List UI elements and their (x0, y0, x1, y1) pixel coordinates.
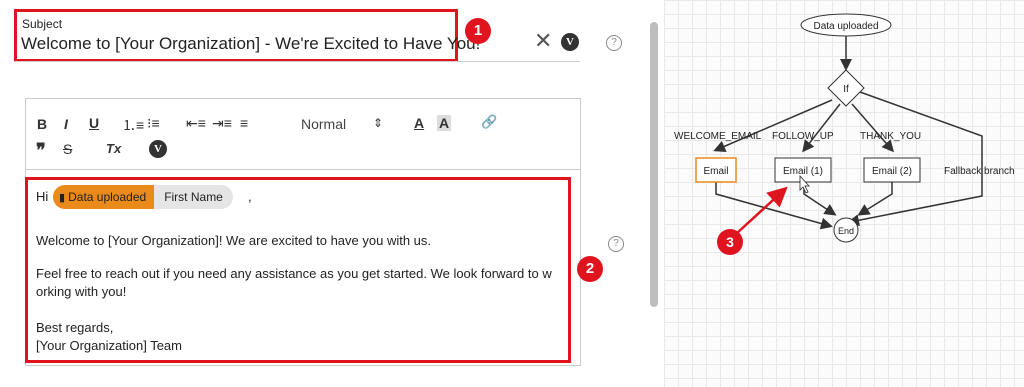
connector-if-email2 (851, 103, 894, 153)
align-button[interactable]: ≡ (240, 115, 248, 131)
step-badge-2: 2 (577, 256, 603, 282)
body-paragraph-2-line-2: orking with you! (36, 284, 127, 299)
italic-button[interactable]: I (64, 116, 68, 132)
chip-source-text: Data uploaded (68, 190, 147, 204)
underline-button[interactable]: U (89, 115, 99, 131)
annotation-arrow (735, 186, 788, 235)
subject-underline (14, 61, 580, 62)
branch-label-thank-you: THANK_YOU (860, 131, 921, 142)
connector-email-end (715, 182, 833, 230)
subject-label: Subject (22, 17, 63, 31)
email-2-node-label: Email (2) (872, 166, 912, 177)
ordered-list-button[interactable]: ⒈≡ (122, 115, 144, 135)
start-node-label: Data uploaded (813, 21, 878, 32)
link-icon[interactable]: 🔗 (481, 114, 497, 130)
connector-if-fallback (847, 91, 983, 227)
help-icon[interactable]: ? (606, 35, 622, 51)
editor-toolbar: B I U ⒈≡ ⁝≡ ⇤≡ ⇥≡ ≡ Normal ⇕ A A 🔗 ❞ S T… (26, 99, 580, 170)
chip-source-label: ▮ Data uploaded (53, 185, 155, 209)
connector-email2-end (857, 182, 893, 216)
text-color-button[interactable]: A (414, 115, 424, 131)
outdent-button[interactable]: ⇤≡ (186, 115, 206, 132)
chip-field-label: First Name (154, 185, 233, 209)
heading-select[interactable]: Normal (301, 116, 346, 132)
step-badge-3-label: 3 (726, 234, 734, 250)
subject-input[interactable]: Welcome to [Your Organization] - We're E… (21, 34, 480, 54)
branch-label-welcome: WELCOME_EMAIL (674, 131, 762, 142)
clear-format-button[interactable]: Tx (106, 141, 121, 156)
body-paragraph-1: Welcome to [Your Organization]! We are e… (36, 233, 432, 248)
email-1-node-label: Email (1) (783, 166, 823, 177)
strike-button[interactable]: S (63, 141, 72, 157)
variable-chip[interactable]: ▮ Data uploaded First Name (53, 185, 233, 209)
document-icon: ▮ (59, 192, 69, 204)
connector-if-email1 (802, 103, 841, 153)
close-icon[interactable]: ✕ (534, 30, 552, 52)
signature-text: [Your Organization] Team (36, 338, 182, 353)
background-color-button[interactable]: A (437, 115, 452, 131)
signoff-text: Best regards, (36, 320, 114, 335)
insert-variable-icon[interactable]: V (149, 140, 167, 158)
indent-button[interactable]: ⇥≡ (212, 115, 232, 132)
email-body-highlight[interactable]: Hi ▮ Data uploaded First Name , Welcome … (25, 177, 571, 363)
branch-label-follow-up: FOLLOW_UP (772, 131, 834, 142)
select-arrow-icon[interactable]: ⇕ (373, 116, 383, 130)
decision-node-label: If (843, 84, 849, 95)
step-badge-1: 1 (465, 18, 491, 44)
body-paragraph-2-line-1: Feel free to reach out if you need any a… (36, 266, 552, 281)
flow-canvas: Data uploaded If WELCOME_EMAIL FOLLOW_UP… (664, 0, 1024, 387)
subject-field-highlight[interactable]: Subject Welcome to [Your Organization] -… (14, 9, 480, 62)
fallback-branch-label: Fallback branch (944, 166, 1015, 177)
help-icon-body[interactable]: ? (608, 236, 624, 252)
connector-email1-end (803, 182, 837, 216)
end-node-label: End (838, 226, 854, 236)
email-node-label: Email (703, 166, 728, 177)
bullet-list-button[interactable]: ⁝≡ (147, 115, 160, 132)
bold-button[interactable]: B (37, 116, 47, 132)
greeting-text: Hi (36, 189, 49, 204)
flow-diagram: Data uploaded If WELCOME_EMAIL FOLLOW_UP… (674, 13, 1015, 255)
email-editor-panel: Subject Welcome to [Your Organization] -… (0, 0, 660, 387)
blockquote-button[interactable]: ❞ (36, 140, 46, 161)
greeting-comma: , (248, 189, 252, 204)
panel-scrollbar[interactable] (650, 22, 658, 307)
variable-icon[interactable]: V (561, 33, 579, 51)
connector-if-email (713, 99, 833, 152)
heading-select-value: Normal (301, 116, 347, 132)
